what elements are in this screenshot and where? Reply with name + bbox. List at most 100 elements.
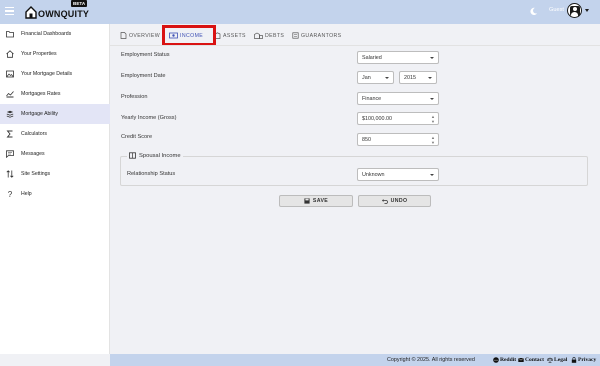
privacy-link[interactable]: Privacy [571,357,596,363]
reddit-icon [493,357,499,363]
save-button-label: SAVE [312,198,329,204]
tab-label: GUARANTORS [301,32,342,39]
stack-icon [6,110,14,118]
sidebar-item-site-settings[interactable]: Site Settings [0,164,110,184]
profession-label: Profession [121,94,148,100]
folder-icon [6,31,14,38]
spousal-income-title: Spousal Income [139,152,181,159]
book-icon [129,152,136,159]
reddit-link[interactable]: Reddit [493,357,516,363]
spousal-income-section [120,156,588,186]
sort-icon [6,170,14,178]
sidebar: Financial Dashboards Your Properties You… [0,24,110,354]
highlight-box [162,25,216,46]
question-icon: ? [8,190,13,198]
spousal-income-header: Spousal Income [127,152,183,159]
scale-icon [547,357,553,363]
image-icon [6,70,14,78]
menu-icon[interactable] [5,7,14,15]
chevron-down-icon[interactable] [585,9,589,12]
theme-toggle-icon[interactable] [529,7,538,16]
chevron-down-icon [430,173,434,176]
footer-link-label: Legal [554,357,568,363]
chevron-down-icon [430,56,434,59]
chevron-down-icon [385,76,389,79]
profession-select[interactable]: Finance [357,92,439,105]
message-icon [6,150,14,158]
sidebar-item-label: Help [21,191,32,197]
select-value: 2015 [404,74,416,81]
footer-link-label: Reddit [500,357,517,363]
chevron-down-icon [430,97,434,100]
tab-label: OVERVIEW [129,32,161,39]
sidebar-item-label: Mortgage Ability [21,111,58,117]
sidebar-item-your-properties[interactable]: Your Properties [0,44,110,64]
sigma-icon [6,130,13,138]
sidebar-item-help[interactable]: ? Help [0,184,110,204]
employment-status-select[interactable]: Salaried [357,51,439,64]
save-button[interactable]: SAVE [279,195,353,207]
debt-icon [254,32,263,39]
sidebar-item-label: Financial Dashboards [21,31,72,37]
undo-icon [381,199,388,204]
employment-status-label: Employment Status [121,52,170,58]
chart-icon [6,91,14,98]
sidebar-item-label: Your Mortgage Details [21,71,73,77]
house-icon [6,50,14,58]
input-value: $100,000.00 [362,115,392,122]
copyright-text: Copyright © 2025. All rights reserved [387,357,475,363]
svg-text:?: ? [8,190,13,198]
footer: Copyright © 2025. All rights reserved Re… [110,354,600,366]
tab-guarantors[interactable]: GUARANTORS [292,28,342,43]
tab-label: DEBTS [265,32,285,39]
footer-link-label: Contact [525,357,544,363]
sidebar-item-financial-dashboards[interactable]: Financial Dashboards [0,24,110,44]
guarantor-icon [292,32,299,39]
undo-button-label: UNDO [390,198,408,204]
select-value: Salaried [362,54,382,61]
sidebar-item-mortgage-ability[interactable]: Mortgage Ability [0,104,110,124]
sidebar-item-calculators[interactable]: Calculators [0,124,110,144]
employment-year-select[interactable]: 2015 [399,71,437,84]
tabs-divider [110,45,600,46]
sidebar-item-label: Calculators [21,131,47,137]
relationship-status-select[interactable]: Unknown [357,168,439,181]
sidebar-item-label: Messages [21,151,45,157]
undo-button[interactable]: UNDO [358,195,431,207]
yearly-income-label: Yearly Income (Gross) [121,115,177,121]
save-icon [304,198,310,204]
user-icon [569,5,580,16]
number-stepper[interactable]: ▲ ▼ [431,114,435,124]
mail-icon [518,357,524,362]
chevron-down-icon [428,76,432,79]
select-value: Jan [362,74,371,81]
tab-overview[interactable]: OVERVIEW [120,28,160,43]
employment-date-label: Employment Date [121,73,166,79]
tab-debts[interactable]: DEBTS [254,28,284,43]
top-bar: OWNQUITY BETA Guest [0,0,600,24]
credit-score-label: Credit Score [121,134,153,140]
avatar[interactable] [567,3,582,18]
beta-badge: BETA [71,0,88,7]
employment-month-select[interactable]: Jan [357,71,394,84]
credit-score-input[interactable]: 850 ▲ ▼ [357,133,439,146]
sidebar-item-label: Mortgages Rates [21,91,61,97]
input-value: 850 [362,136,371,143]
house-logo-icon [25,6,37,19]
contact-link[interactable]: Contact [518,357,544,363]
relationship-status-label: Relationship Status [127,171,176,177]
sidebar-item-your-mortgage-details[interactable]: Your Mortgage Details [0,64,110,84]
tab-label: ASSETS [223,32,246,39]
tab-assets[interactable]: ASSETS [214,28,246,43]
lock-icon [571,357,577,363]
number-stepper[interactable]: ▲ ▼ [431,135,435,145]
sidebar-item-label: Site Settings [21,171,51,177]
footer-link-label: Privacy [578,357,597,363]
select-value: Finance [362,95,382,102]
yearly-income-input[interactable]: $100,000.00 ▲ ▼ [357,112,439,125]
sidebar-item-messages[interactable]: Messages [0,144,110,164]
logo-text: OWNQUITY [38,8,90,19]
sidebar-item-mortgages-rates[interactable]: Mortgages Rates [0,84,110,104]
document-icon [120,32,127,39]
legal-link[interactable]: Legal [547,357,567,363]
